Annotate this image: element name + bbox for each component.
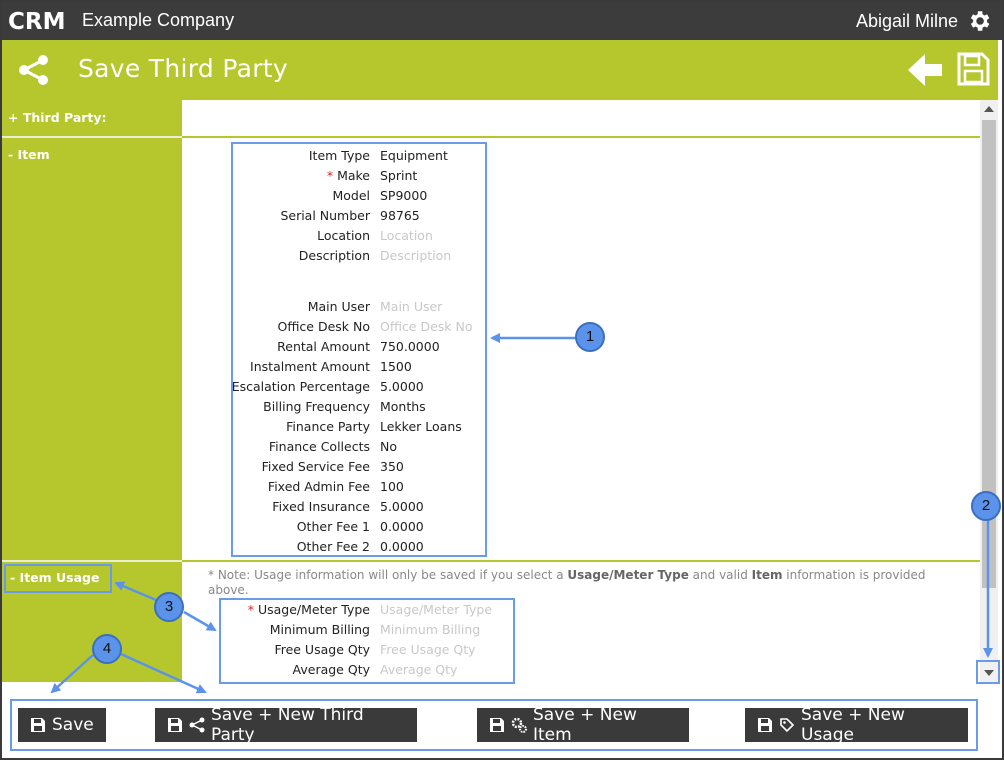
- third-party-share-icon: [19, 55, 48, 85]
- section-toggle-third-party[interactable]: + Third Party:: [8, 110, 107, 125]
- section-divider: [182, 136, 980, 138]
- section-divider: [182, 560, 980, 562]
- crm-logo: CRM: [8, 9, 65, 32]
- callout-1: 1: [575, 322, 605, 352]
- annotation-box-item-usage-toggle: [4, 564, 112, 593]
- callout-4: 4: [92, 634, 122, 664]
- section-sidebar: [2, 100, 182, 682]
- annotation-box-scroll-down: [976, 660, 1000, 684]
- annotation-box-usage-fields: [219, 598, 515, 684]
- section-divider: [2, 560, 182, 562]
- callout-2: 2: [971, 491, 1001, 521]
- page-title: Save Third Party: [78, 54, 288, 83]
- title-bar: Save Third Party: [2, 40, 998, 100]
- top-bar: CRM Example Company Abigail Milne: [2, 2, 1002, 40]
- scroll-up-arrow-icon[interactable]: [984, 106, 994, 112]
- section-divider: [2, 136, 182, 138]
- scrollbar[interactable]: [980, 100, 998, 682]
- back-arrow-icon[interactable]: [908, 53, 944, 87]
- gear-icon[interactable]: [966, 8, 992, 34]
- annotation-box-item-fields: [231, 142, 487, 557]
- company-name: Example Company: [82, 10, 235, 30]
- callout-3: 3: [154, 592, 184, 622]
- user-name[interactable]: Abigail Milne: [856, 11, 958, 32]
- section-toggle-item[interactable]: - Item: [8, 147, 50, 162]
- usage-note: * Note: Usage information will only be s…: [208, 568, 926, 597]
- annotation-box-buttons: [10, 699, 978, 751]
- save-disk-icon[interactable]: [956, 52, 990, 86]
- svg-text:CRM: CRM: [8, 9, 65, 32]
